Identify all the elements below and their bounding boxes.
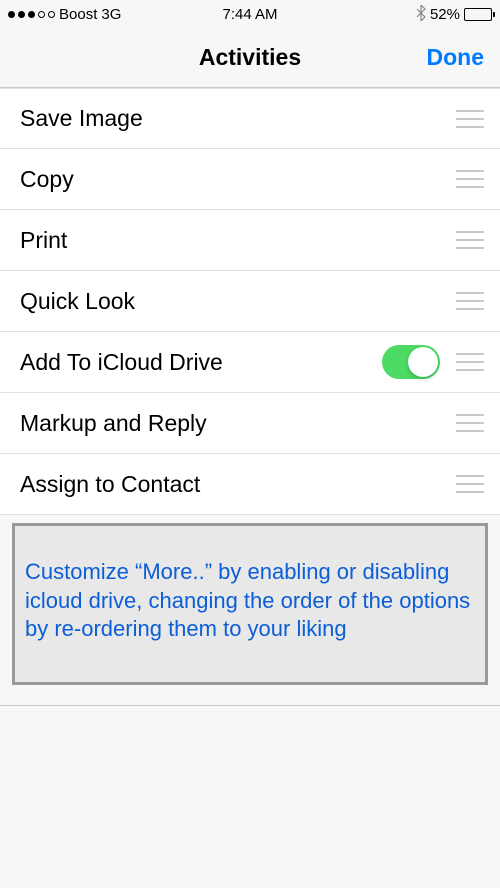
- row-label: Add To iCloud Drive: [20, 349, 374, 376]
- list-row-quick-look[interactable]: Quick Look: [0, 271, 500, 332]
- battery-percent-label: 52%: [430, 6, 460, 23]
- reorder-handle-icon[interactable]: [456, 170, 484, 188]
- signal-strength-icon: [8, 11, 55, 18]
- row-label: Markup and Reply: [20, 410, 440, 437]
- status-bar: Boost 3G 7:44 AM 52%: [0, 0, 500, 28]
- list-row-print[interactable]: Print: [0, 210, 500, 271]
- activities-list: Save Image Copy Print Quick Look Add To …: [0, 88, 500, 515]
- switch-knob: [408, 347, 438, 377]
- annotation-text: Customize “More..” by enabling or disabl…: [25, 558, 475, 644]
- list-row-copy[interactable]: Copy: [0, 149, 500, 210]
- list-row-assign-contact[interactable]: Assign to Contact: [0, 454, 500, 515]
- reorder-handle-icon[interactable]: [456, 414, 484, 432]
- row-label: Print: [20, 227, 440, 254]
- reorder-handle-icon[interactable]: [456, 353, 484, 371]
- divider: [0, 705, 500, 706]
- reorder-handle-icon[interactable]: [456, 110, 484, 128]
- clock-label: 7:44 AM: [222, 6, 277, 23]
- carrier-label: Boost: [59, 6, 97, 23]
- network-label: 3G: [101, 6, 121, 23]
- reorder-handle-icon[interactable]: [456, 292, 484, 310]
- done-button[interactable]: Done: [427, 44, 485, 71]
- row-label: Assign to Contact: [20, 471, 440, 498]
- icloud-drive-toggle[interactable]: [382, 345, 440, 379]
- annotation-callout: Customize “More..” by enabling or disabl…: [12, 523, 488, 685]
- battery-icon: [464, 8, 492, 21]
- reorder-handle-icon[interactable]: [456, 475, 484, 493]
- row-label: Copy: [20, 166, 440, 193]
- bluetooth-icon: [416, 5, 426, 24]
- row-label: Quick Look: [20, 288, 440, 315]
- reorder-handle-icon[interactable]: [456, 231, 484, 249]
- list-row-markup-reply[interactable]: Markup and Reply: [0, 393, 500, 454]
- row-label: Save Image: [20, 105, 440, 132]
- status-right: 52%: [416, 5, 492, 24]
- list-row-save-image[interactable]: Save Image: [0, 88, 500, 149]
- status-left: Boost 3G: [8, 6, 121, 23]
- list-row-icloud-drive[interactable]: Add To iCloud Drive: [0, 332, 500, 393]
- page-title: Activities: [199, 44, 301, 71]
- nav-bar: Activities Done: [0, 28, 500, 88]
